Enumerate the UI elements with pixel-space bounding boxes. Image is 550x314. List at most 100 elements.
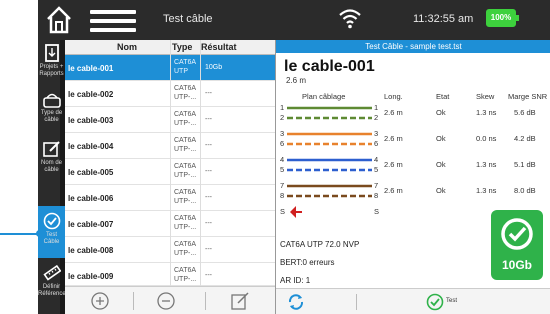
pair-state: Ok xyxy=(436,186,446,195)
pin-right: 6 xyxy=(374,139,379,148)
wifi-icon xyxy=(339,9,361,29)
refresh-icon[interactable] xyxy=(286,293,306,311)
sidebar-item-label: Définir Référence xyxy=(38,284,66,297)
list-toolbar xyxy=(65,286,275,314)
home-icon[interactable] xyxy=(46,6,72,34)
column-header-type[interactable]: Type xyxy=(172,42,192,52)
check-circle-icon xyxy=(43,212,60,230)
pin-right: 7 xyxy=(374,181,379,190)
test-detail-panel: Test Câble - sample test.tst le cable-00… xyxy=(275,40,550,314)
column-label-state: Etat xyxy=(436,92,450,101)
cable-length: 2.6 m xyxy=(286,76,307,85)
column-label-wiremap: Plan câblage xyxy=(302,92,346,101)
row-result: --- xyxy=(205,272,212,279)
pair-length: 2.6 m xyxy=(384,108,403,117)
row-result: --- xyxy=(205,116,212,123)
toolbar-divider xyxy=(133,292,134,310)
bert-info: BERT:0 erreurs xyxy=(280,258,335,267)
row-result: --- xyxy=(205,220,212,227)
pair-skew: 0.0 ns xyxy=(476,134,497,143)
column-label-length: Long. xyxy=(384,92,403,101)
pair-length: 2.6 m xyxy=(384,134,403,143)
column-label-snr: Marge SNR xyxy=(508,92,548,101)
sidebar-item-test-cable[interactable]: Test Câble xyxy=(38,206,65,258)
row-name: le cable-006 xyxy=(68,194,114,203)
pair-skew: 1.3 ns xyxy=(476,108,497,117)
check-circle-icon xyxy=(426,293,444,311)
add-circle-icon[interactable] xyxy=(89,291,111,311)
column-header-name[interactable]: Nom xyxy=(117,42,137,52)
pin-left: 3 xyxy=(280,129,285,138)
pin-right: 1 xyxy=(374,103,379,112)
row-type: CAT6A UTP-... xyxy=(174,241,197,257)
pin-left: 7 xyxy=(280,181,285,190)
pair-snr: 4.2 dB xyxy=(514,134,536,143)
pair-snr: 8.0 dB xyxy=(514,186,536,195)
edit-icon[interactable] xyxy=(229,291,251,311)
pin-right: 5 xyxy=(374,165,379,174)
row-name: le cable-001 xyxy=(68,64,114,73)
row-name: le cable-007 xyxy=(68,220,114,229)
sidebar-item-cable-name[interactable]: Nom de câble xyxy=(38,140,65,184)
column-divider xyxy=(200,40,201,286)
row-name: le cable-005 xyxy=(68,168,114,177)
pin-left: 2 xyxy=(280,113,285,122)
pair-skew: 1.3 ns xyxy=(476,160,497,169)
pair-length: 2.6 m xyxy=(384,160,403,169)
column-label-skew: Skew xyxy=(476,92,495,101)
row-result: --- xyxy=(205,246,212,253)
pin-right: 2 xyxy=(374,113,379,122)
detail-toolbar: Test xyxy=(276,288,550,314)
cable-name: le cable-001 xyxy=(284,58,375,75)
pair-state: Ok xyxy=(436,160,446,169)
app-title: Test câble xyxy=(163,13,213,25)
ar-id-info: AR ID: 1 xyxy=(280,276,311,285)
pin-left: 1 xyxy=(280,103,285,112)
row-type: CAT6A UTP-... xyxy=(174,267,197,283)
column-header-result[interactable]: Résultat xyxy=(201,42,237,52)
row-type: CAT6A UTP-... xyxy=(174,137,197,153)
row-name: le cable-009 xyxy=(68,272,114,281)
battery-indicator: 100% xyxy=(486,9,519,27)
cable-type-icon xyxy=(42,93,61,108)
shield-left: S xyxy=(280,207,286,216)
device-screen: Test câble 11:32:55 am 100% Projets + Ra… xyxy=(38,0,550,314)
check-circle-icon xyxy=(501,218,533,250)
sidebar-item-label: Projets + Rapports xyxy=(39,64,64,77)
remove-circle-icon[interactable] xyxy=(155,291,177,311)
test-button[interactable]: Test xyxy=(426,293,476,311)
row-type: CAT6A UTP-... xyxy=(174,215,197,231)
sidebar-item-projects[interactable]: Projets + Rapports xyxy=(38,44,65,88)
row-name: le cable-002 xyxy=(68,90,114,99)
column-divider xyxy=(170,40,171,286)
row-name: le cable-008 xyxy=(68,246,114,255)
edit-icon xyxy=(42,141,60,157)
callout-leader-line xyxy=(0,233,38,235)
row-type: CAT6A UTP-... xyxy=(174,163,197,179)
sidebar-item-cable-type[interactable]: Type de câble xyxy=(38,92,65,136)
test-button-label: Test xyxy=(446,298,458,304)
clock: 11:32:55 am xyxy=(413,13,474,25)
sidebar-item-label: Nom de câble xyxy=(40,160,62,173)
row-type: CAT6A UTP-... xyxy=(174,111,197,127)
shield-right: S xyxy=(374,207,380,216)
pin-left: 8 xyxy=(280,191,285,200)
pin-left: 5 xyxy=(280,165,285,174)
top-bar: Test câble 11:32:55 am 100% xyxy=(38,0,550,40)
sidebar-item-reference[interactable]: Définir Référence xyxy=(38,264,66,310)
badge-label: 10Gb xyxy=(501,258,532,272)
row-result: --- xyxy=(205,168,212,175)
pass-badge: 10Gb xyxy=(491,210,543,280)
hamburger-menu-icon[interactable] xyxy=(90,10,136,32)
sidebar-item-label: Test Câble xyxy=(43,232,60,245)
row-type: CAT6A UTP-... xyxy=(174,189,197,205)
pair-snr: 5.6 dB xyxy=(514,108,536,117)
cable-list: Nom Type Résultat le cable-001 CAT6A UTP … xyxy=(65,40,275,286)
row-result: --- xyxy=(205,90,212,97)
toolbar-divider xyxy=(356,294,357,310)
sidebar-item-label: Type de câble xyxy=(40,110,63,123)
row-result: --- xyxy=(205,142,212,149)
document-icon xyxy=(44,44,59,62)
wiremap-graphic xyxy=(287,106,372,218)
ruler-icon xyxy=(42,264,61,281)
